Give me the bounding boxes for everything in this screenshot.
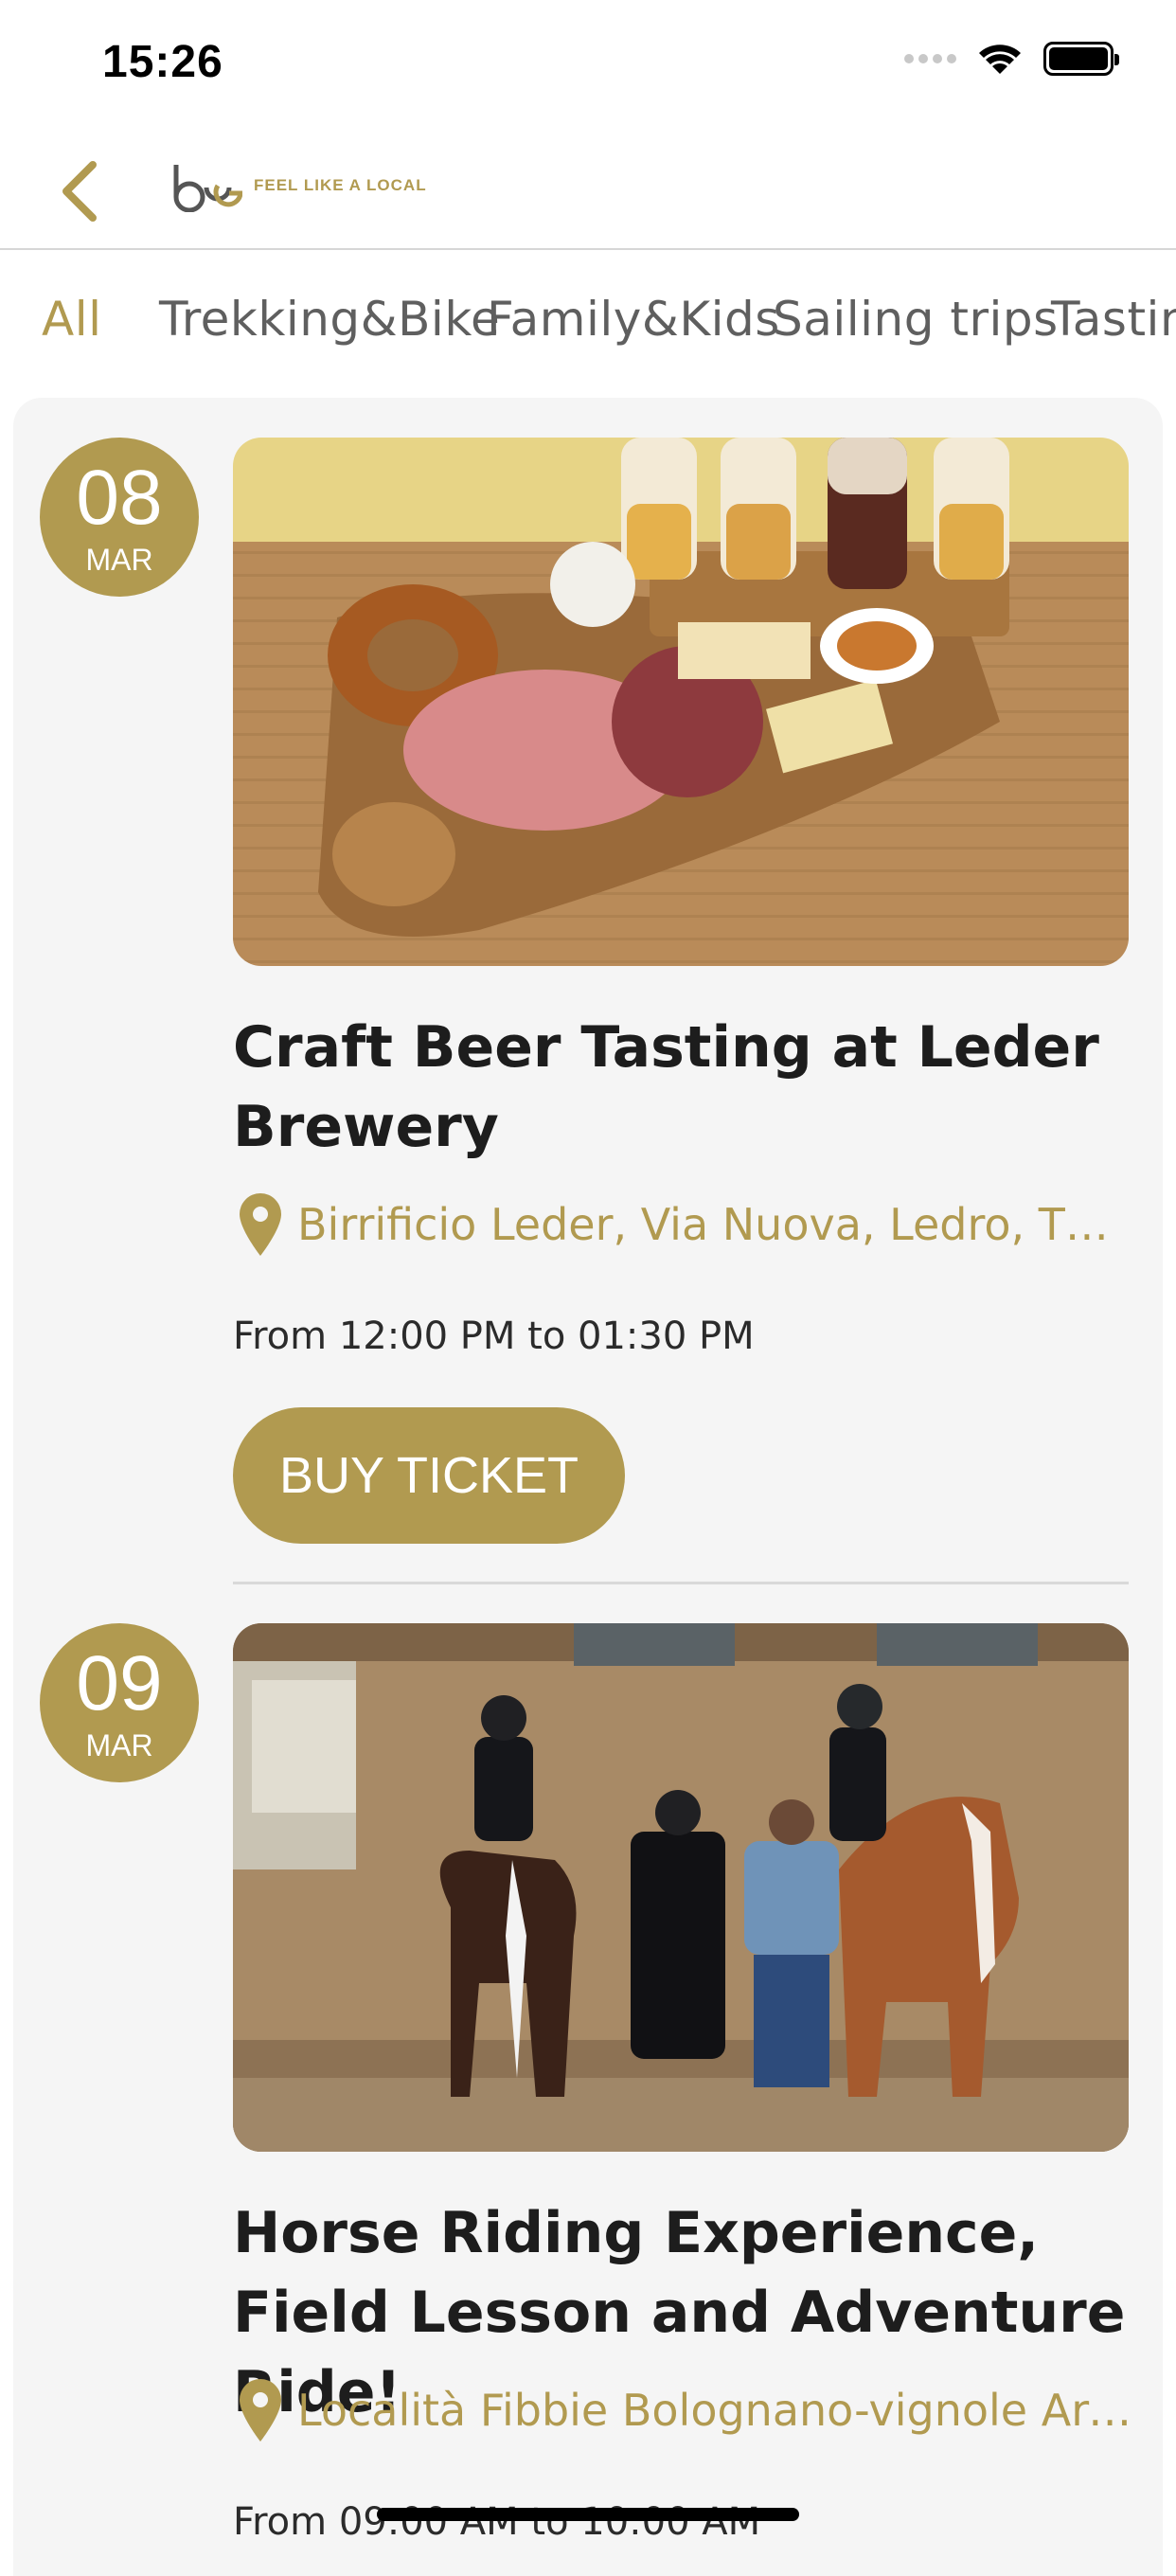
logo-mark-icon (173, 165, 242, 212)
tab-trekking-bike[interactable]: Trekking&Bike (159, 292, 500, 347)
date-month: MAR (85, 1728, 153, 1762)
event-time: From 09:00 AM to 10:00 AM (233, 2500, 761, 2544)
status-icons (904, 42, 1119, 76)
date-badge: 09 MAR (40, 1623, 199, 1782)
tab-sailing-trips[interactable]: Sailing trips (773, 292, 1059, 347)
date-day: 08 (76, 455, 163, 541)
date-month: MAR (85, 543, 153, 577)
charcuterie-board-image (233, 438, 1129, 966)
logo-text: FEEL LIKE A LOCAL (254, 176, 427, 194)
event-time: From 12:00 PM to 01:30 PM (233, 1315, 755, 1358)
app-logo: FEEL LIKE A LOCAL (169, 159, 427, 212)
event-title[interactable]: Craft Beer Tasting at Leder Brewery (233, 1008, 1132, 1167)
divider (233, 1582, 1129, 1584)
event-location[interactable]: Birrificio Leder, Via Nuova, Ledro, TN,.… (237, 1191, 1132, 1258)
back-button[interactable] (49, 155, 106, 227)
nav-bar: FEEL LIKE A LOCAL (0, 133, 1176, 250)
location-text: Località Fibbie Bolognano-vignole Arco (297, 2385, 1132, 2436)
buy-ticket-button[interactable]: BUY TICKET (233, 1407, 625, 1544)
tab-all[interactable]: All (42, 292, 102, 347)
horse-riding-image (233, 1623, 1129, 2152)
status-time: 15:26 (102, 37, 223, 87)
cellular-signal-icon (904, 54, 956, 63)
home-indicator[interactable] (377, 2508, 799, 2521)
category-tabs: All Trekking&Bike Family&Kids Sailing tr… (0, 252, 1176, 394)
location-pin-icon (240, 1193, 281, 1256)
event-location[interactable]: Località Fibbie Bolognano-vignole Arco (237, 2377, 1132, 2443)
date-day: 09 (76, 1640, 163, 1726)
event-list: 08 MAR Craft Beer Tasting at Leder Brewe… (13, 398, 1163, 2576)
status-bar: 15:26 (0, 0, 1176, 133)
chevron-left-icon (62, 161, 97, 222)
tab-tasting[interactable]: Tasting (1051, 292, 1176, 347)
battery-icon (1043, 42, 1119, 76)
tab-family-kids[interactable]: Family&Kids (487, 292, 780, 347)
date-badge: 08 MAR (40, 438, 199, 597)
event-image[interactable] (233, 438, 1129, 966)
location-pin-icon (240, 2379, 281, 2442)
wifi-icon (979, 45, 1021, 74)
event-image[interactable] (233, 1623, 1129, 2152)
location-text: Birrificio Leder, Via Nuova, Ledro, TN,.… (297, 1199, 1132, 1250)
